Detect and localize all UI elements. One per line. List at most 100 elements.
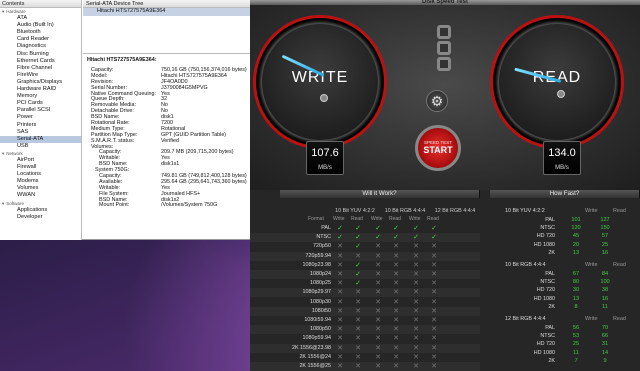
sidebar-item-label: Modems <box>17 178 39 185</box>
sidebar-item[interactable]: ATA <box>0 15 81 22</box>
cross-icon: ✕ <box>375 261 381 269</box>
speed-format: NTSC <box>540 333 555 340</box>
format-name: 1080p25 <box>310 280 331 287</box>
read-fps: 100 <box>600 279 610 286</box>
sidebar-item[interactable]: Fibre Channel <box>0 65 81 72</box>
sidebar-item[interactable]: PCI Cards <box>0 100 81 107</box>
cross-icon: ✕ <box>337 335 343 343</box>
sidebar-item[interactable]: Developer <box>0 214 81 221</box>
cross-icon: ✕ <box>355 252 361 260</box>
read-fps: 70 <box>601 325 609 331</box>
read-value-display: 134.0 MB/s <box>543 141 581 175</box>
sidebar-item[interactable]: Disc Burning <box>0 51 81 58</box>
sidebar-item[interactable]: Audio (Built In) <box>0 22 81 29</box>
close-square-icon[interactable] <box>437 25 451 39</box>
sidebar-item[interactable]: Graphics/Displays <box>0 79 81 86</box>
minimize-square-icon[interactable] <box>437 41 451 55</box>
sidebar-item[interactable]: Ethernet Cards <box>0 58 81 65</box>
sidebar-item[interactable]: Locations <box>0 171 81 178</box>
sidebar-item[interactable]: Power <box>0 114 81 121</box>
speed-format: HD 720 <box>536 341 555 348</box>
sidebar-item[interactable]: WWAN <box>0 192 81 199</box>
checkmark-icon: ✓ <box>355 280 361 288</box>
zoom-square-icon[interactable] <box>437 57 451 71</box>
checkmark-icon: ✓ <box>337 225 343 232</box>
speed-section-header: 10 Bit YUV 4:2:2 Write Read <box>490 207 640 215</box>
contents-sidebar: Contents ▾ Hardware ATA Audio (Built In) Blu… <box>0 0 82 240</box>
sidebar-item-label: Memory <box>17 93 38 100</box>
speed-format: PAL <box>545 217 555 223</box>
format-group-header: 12 Bit RGB 4:4:4 <box>434 208 476 214</box>
format-group-header: 10 Bit RGB 4:4:4 <box>384 208 426 214</box>
sidebar-group[interactable]: ▾ Network <box>0 150 81 157</box>
cross-icon: ✕ <box>355 326 361 334</box>
speed-row: 2K 7 9 <box>490 357 640 365</box>
read-fps: 14 <box>601 349 609 356</box>
sidebar-item[interactable]: Bluetooth <box>0 29 81 36</box>
sidebar-item[interactable]: Volumes <box>0 185 81 192</box>
start-button[interactable]: SPEED TEST START <box>415 125 461 171</box>
cross-icon: ✕ <box>337 271 343 278</box>
sidebar-item[interactable]: Diagnostics <box>0 43 81 50</box>
sidebar-item[interactable]: Applications <box>0 207 81 214</box>
checkbox-column-label: Read <box>427 216 439 222</box>
speed-row: HD 1080 20 25 <box>490 241 640 249</box>
sidebar-item[interactable]: Card Reader <box>0 36 81 43</box>
speed-row: NTSC 80 100 <box>490 278 640 286</box>
write-fps: 8 <box>574 303 578 310</box>
sidebar-item-label: Locations <box>17 171 41 178</box>
checkmark-icon: ✓ <box>431 225 437 232</box>
sidebar-item-label: PCI Cards <box>17 100 43 107</box>
sidebar-item[interactable]: Hardware RAID <box>0 86 81 93</box>
cross-icon: ✕ <box>375 344 381 352</box>
checkmark-icon: ✓ <box>393 225 399 232</box>
sidebar-item[interactable]: FireWire <box>0 72 81 79</box>
sidebar-item[interactable]: Serial-ATA <box>0 135 81 143</box>
format-name: 720p59.94 <box>305 252 331 259</box>
write-fps: 45 <box>572 233 580 240</box>
sidebar-item[interactable]: AirPort <box>0 157 81 164</box>
sidebar-header: Contents <box>0 0 81 8</box>
cross-icon: ✕ <box>375 363 381 370</box>
sidebar-item[interactable]: Parallel SCSI <box>0 107 81 114</box>
speed-format: HD 1080 <box>533 295 555 302</box>
speed-section-title: 10 Bit YUV 4:2:2 <box>505 208 545 214</box>
cross-icon: ✕ <box>355 289 361 297</box>
write-column-label: Write <box>585 316 598 322</box>
sidebar-group[interactable]: ▾ Software <box>0 200 81 207</box>
sidebar-item-label: Power <box>17 114 33 121</box>
sidebar-item-label: Disc Burning <box>17 50 49 57</box>
sidebar-group[interactable]: ▾ Hardware <box>0 8 81 15</box>
detail-list: Capacity: 750,16 GB (750,156,374,016 byte… <box>87 67 275 209</box>
sidebar-item-label: Developer <box>17 213 43 220</box>
device-tree-header: Serial-ATA Device Tree <box>83 0 275 8</box>
disk-speed-test-window: Disk Speed Test WRITE 107.6 MB/s READ 134… <box>250 0 640 371</box>
write-fps: 30 <box>572 287 580 294</box>
cross-icon: ✕ <box>393 326 399 334</box>
settings-gear-button[interactable]: ⚙ <box>426 90 448 112</box>
cross-icon: ✕ <box>413 252 419 260</box>
write-fps: 53 <box>572 333 580 340</box>
cross-icon: ✕ <box>413 289 419 297</box>
sidebar-item[interactable]: Printers <box>0 122 81 129</box>
cross-icon: ✕ <box>375 298 381 306</box>
write-needle-hub <box>320 94 328 102</box>
cross-icon: ✕ <box>413 261 419 269</box>
checkmark-icon: ✓ <box>355 243 361 251</box>
cross-icon: ✕ <box>393 353 399 361</box>
speed-format: PAL <box>545 325 555 331</box>
speed-row: NTSC 53 66 <box>490 332 640 340</box>
how-fast-header: How Fast? <box>490 190 640 198</box>
sidebar-group-label: Network <box>6 150 23 156</box>
cross-icon: ✕ <box>375 289 381 297</box>
checkbox-column-label: Write <box>333 216 345 222</box>
disclosure-triangle-icon: ▾ <box>2 9 5 14</box>
start-button-label: START <box>423 145 453 155</box>
sidebar-item[interactable]: USB <box>0 143 81 150</box>
cross-icon: ✕ <box>431 363 437 370</box>
sidebar-item[interactable]: SAS <box>0 129 81 136</box>
sidebar-item[interactable]: Memory <box>0 93 81 100</box>
sidebar-item[interactable]: Modems <box>0 178 81 185</box>
format-row: 2K 1556@25 ✕ ✕ ✕ ✕ ✕ ✕ <box>250 362 480 371</box>
sidebar-item[interactable]: Firewall <box>0 164 81 171</box>
